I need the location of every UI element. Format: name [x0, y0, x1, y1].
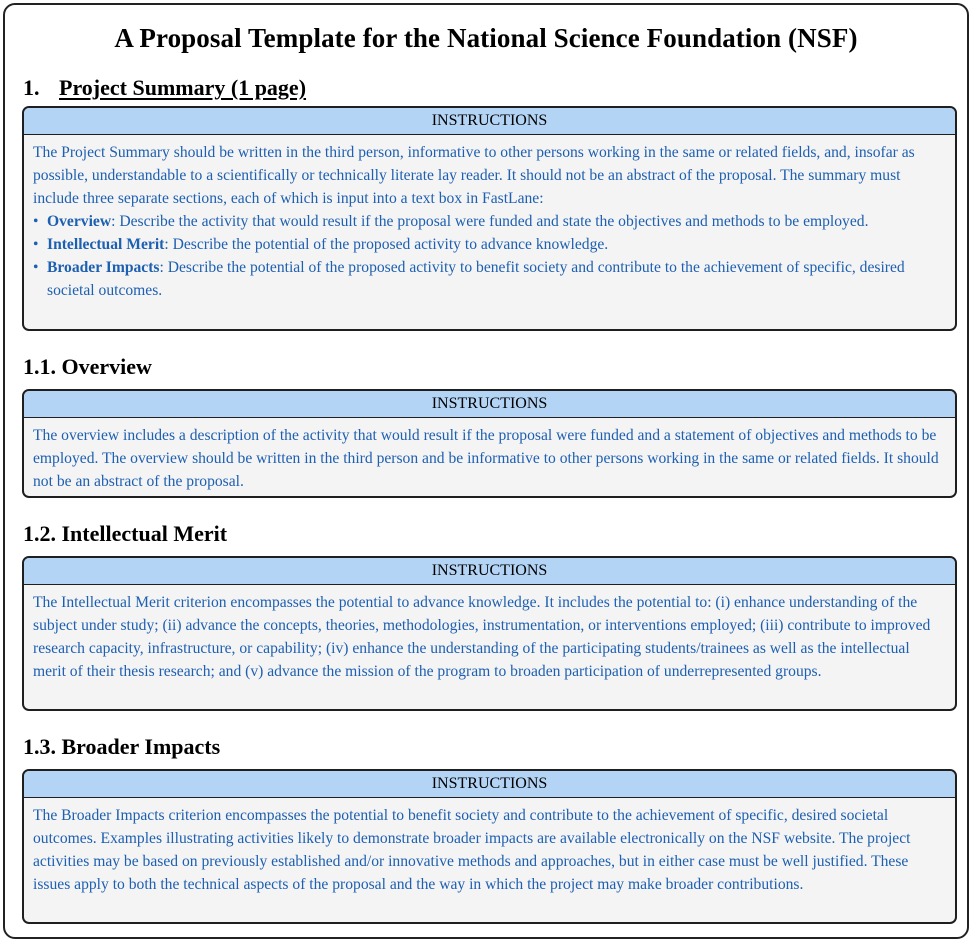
- instructions-box-broader-impacts: INSTRUCTIONS The Broader Impacts criteri…: [22, 769, 957, 924]
- section-heading-broader-impacts: 1.3. Broader Impacts: [23, 734, 221, 759]
- instructions-box-overview: INSTRUCTIONS The overview includes a des…: [22, 389, 957, 498]
- instructions-box-summary: INSTRUCTIONS The Project Summary should …: [22, 106, 957, 331]
- section-heading-project-summary: 1. Project Summary (1 page): [23, 75, 306, 101]
- document-title: A Proposal Template for the National Sci…: [114, 23, 858, 53]
- instructions-header: INSTRUCTIONS: [24, 771, 955, 798]
- instructions-body: The overview includes a description of t…: [33, 427, 939, 490]
- document-page: A Proposal Template for the National Sci…: [3, 3, 969, 939]
- bullet-term: Intellectual Merit: [47, 236, 165, 253]
- section-number: 1.: [23, 75, 40, 100]
- instructions-body: The Intellectual Merit criterion encompa…: [33, 594, 931, 680]
- instructions-header: INSTRUCTIONS: [24, 558, 955, 585]
- instructions-header: INSTRUCTIONS: [24, 391, 955, 418]
- bullet-item-broader-impacts: Broader Impacts: Describe the potential …: [33, 256, 946, 302]
- section-heading-overview: 1.1. Overview: [23, 354, 152, 379]
- bullet-text: : Describe the activity that would resul…: [111, 213, 869, 230]
- instructions-header: INSTRUCTIONS: [24, 108, 955, 135]
- instructions-box-intellectual-merit: INSTRUCTIONS The Intellectual Merit crit…: [22, 556, 957, 711]
- section-heading-intellectual-merit: 1.2. Intellectual Merit: [23, 521, 228, 546]
- bullet-term: Broader Impacts: [47, 259, 160, 276]
- instructions-bullet-list: Overview: Describe the activity that wou…: [33, 210, 946, 302]
- bullet-text: : Describe the potential of the proposed…: [164, 236, 609, 253]
- bullet-item-overview: Overview: Describe the activity that wou…: [33, 210, 946, 233]
- section-title: Project Summary (1 page): [59, 75, 307, 100]
- instructions-body: The Broader Impacts criterion encompasse…: [33, 807, 911, 893]
- bullet-text: : Describe the potential of the proposed…: [47, 259, 905, 299]
- instructions-body: The Project Summary should be written in…: [24, 135, 955, 308]
- instructions-intro: The Project Summary should be written in…: [33, 144, 915, 207]
- bullet-item-intellectual-merit: Intellectual Merit: Describe the potenti…: [33, 233, 946, 256]
- bullet-term: Overview: [47, 213, 112, 230]
